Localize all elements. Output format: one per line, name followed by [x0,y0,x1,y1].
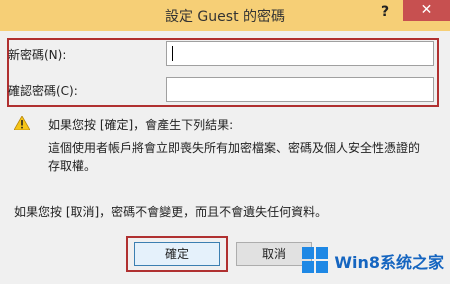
title-bar: 設定 Guest 的密碼 ? ✕ [0,0,450,31]
cancel-button[interactable]: 取消 [236,242,312,266]
warning-body: 這個使用者帳戶將會立即喪失所有加密檔案、密碼及個人安全性憑證的存取權。 [48,141,421,173]
windows-logo-icon [302,247,330,275]
dialog-body: 新密碼(N): 確認密碼(C): 如果您按 [確定]，會產生下列結果: 這個使用… [0,31,450,284]
new-password-label: 新密碼(N): [8,48,67,62]
confirm-password-label: 確認密碼(C): [8,84,78,98]
confirm-password-input[interactable] [166,77,434,102]
ok-button[interactable]: 確定 [134,242,220,266]
new-password-input[interactable] [166,41,434,66]
text-caret [172,46,173,61]
watermark: Win8系统之家 [302,244,444,278]
close-button[interactable]: ✕ [403,0,450,21]
warning-title: 如果您按 [確定]，會產生下列結果: [48,118,234,132]
cancel-note: 如果您按 [取消]，密碼不會變更，而且不會遺失任何資料。 [14,205,328,219]
warning-icon [14,116,30,130]
help-button[interactable]: ? [373,0,397,24]
watermark-text: Win8系统之家 [334,253,444,272]
